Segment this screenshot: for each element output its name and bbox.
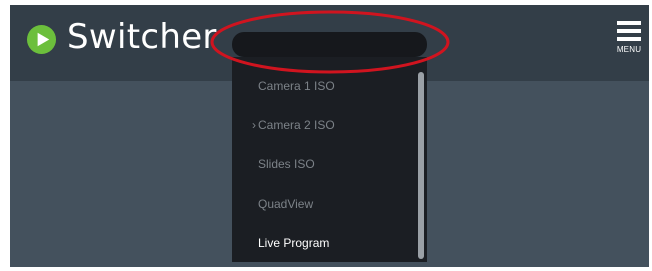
dropdown-item-slides-iso[interactable]: Slides ISO — [232, 154, 412, 174]
menu-label: MENU — [616, 45, 642, 54]
dropdown-item-camera-1-iso[interactable]: Camera 1 ISO — [232, 76, 412, 96]
dropdown-item-quadview[interactable]: QuadView — [232, 194, 412, 214]
dropdown-item-live-program[interactable]: Live Program — [232, 233, 412, 253]
dropdown-item-label: Camera 2 ISO — [258, 118, 335, 132]
chevron-right-icon: › — [252, 118, 256, 132]
dropdown-scrollbar[interactable] — [418, 72, 424, 259]
dropdown-item-camera-2-iso[interactable]: › Camera 2 ISO — [232, 115, 412, 135]
scrollbar-thumb[interactable] — [418, 72, 424, 259]
app-window: Switcher MENU Camera 1 ISO › Camera 2 IS… — [10, 5, 649, 267]
dropdown-item-label: Slides ISO — [258, 157, 315, 171]
play-circle-icon[interactable] — [26, 24, 57, 55]
dropdown-item-label: QuadView — [258, 197, 314, 211]
dropdown-item-label: Camera 1 ISO — [258, 79, 335, 93]
app-title: Switcher — [67, 17, 217, 57]
hamburger-icon — [612, 21, 646, 41]
source-dropdown-list: Camera 1 ISO › Camera 2 ISO Slides ISO Q… — [232, 57, 427, 262]
menu-button[interactable]: MENU — [612, 21, 646, 71]
source-select-dropdown[interactable] — [232, 32, 427, 57]
dropdown-item-label: Live Program — [258, 236, 330, 250]
